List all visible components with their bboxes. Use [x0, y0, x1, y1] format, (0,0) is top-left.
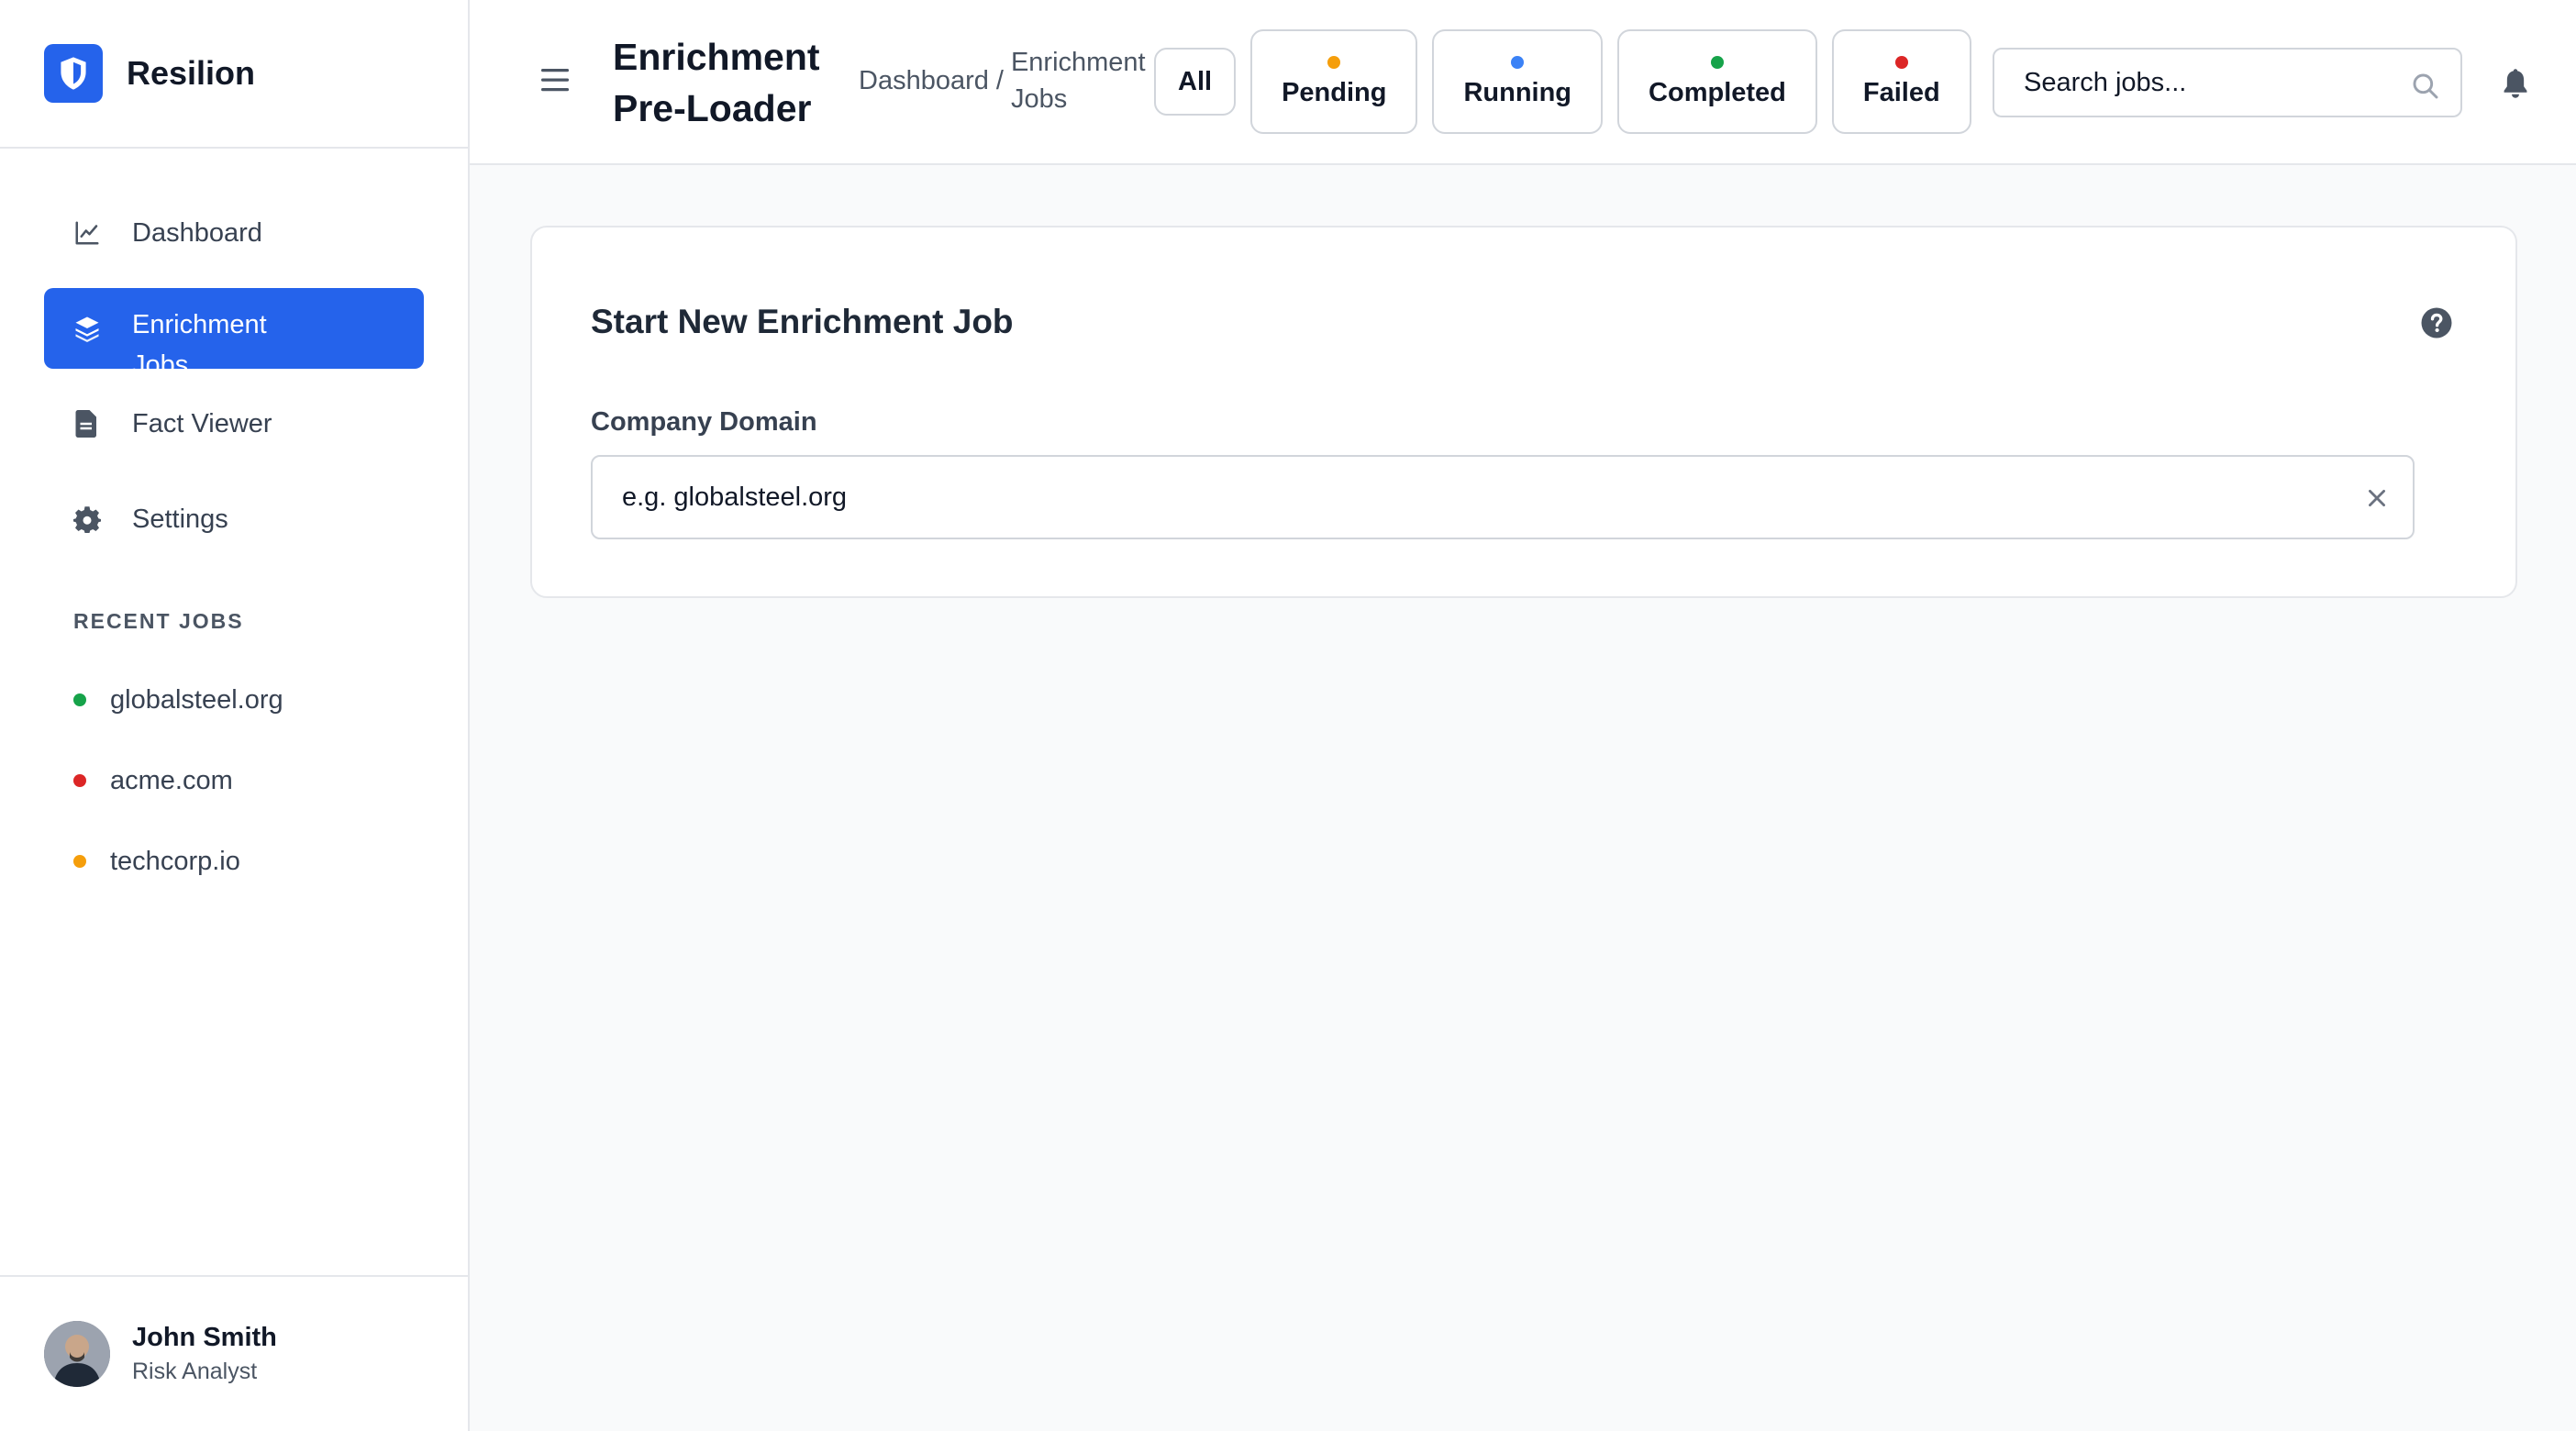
- filter-completed-button[interactable]: Completed: [1617, 29, 1817, 134]
- user-role: Risk Analyst: [132, 1359, 258, 1384]
- sidebar-item-settings[interactable]: Settings: [44, 479, 424, 560]
- sidebar-item-fact-viewer[interactable]: Fact Viewer: [44, 383, 424, 464]
- sidebar: Resilion Dashboard Enrichment Jobs Fact …: [0, 0, 470, 1431]
- status-dot: [73, 855, 86, 868]
- gear-icon: [72, 504, 103, 535]
- sidebar-item-label: Fact Viewer: [132, 408, 272, 438]
- company-domain-input[interactable]: [622, 482, 2328, 513]
- sidebar-item-enrichment-jobs[interactable]: Enrichment Jobs: [44, 288, 424, 369]
- filter-pending-button[interactable]: Pending: [1250, 29, 1418, 134]
- avatar: [44, 1321, 110, 1387]
- filter-label: Completed: [1649, 77, 1786, 107]
- card-title: Start New Enrichment Job: [591, 303, 1014, 340]
- filter-all-button[interactable]: All: [1154, 48, 1237, 116]
- recent-job-item[interactable]: techcorp.io: [73, 821, 468, 902]
- brand: Resilion: [0, 0, 468, 149]
- layers-icon: [72, 313, 103, 344]
- status-filters: All Pending Running Completed Failed: [1154, 29, 1986, 134]
- top-bar: Enrichment Pre-Loader Dashboard / Enrich…: [470, 0, 2576, 165]
- sidebar-item-label: Dashboard: [132, 217, 262, 248]
- status-dot: [73, 693, 86, 706]
- page-title: Enrichment Pre-Loader: [613, 36, 820, 129]
- status-dot: [1327, 55, 1341, 69]
- recent-job-item[interactable]: acme.com: [73, 740, 468, 821]
- filter-label: Pending: [1282, 77, 1387, 107]
- recent-job-item[interactable]: globalsteel.org: [73, 660, 468, 740]
- shield-icon: [44, 44, 103, 103]
- breadcrumb-home[interactable]: Dashboard: [859, 66, 989, 117]
- new-job-card: Start New Enrichment Job Company Domain: [530, 226, 2517, 598]
- search-input[interactable]: [2024, 67, 2391, 98]
- recent-job-label: acme.com: [110, 765, 233, 795]
- menu-icon[interactable]: [539, 66, 571, 94]
- help-icon[interactable]: [2420, 306, 2453, 339]
- search-icon[interactable]: [2411, 72, 2440, 101]
- sidebar-item-dashboard[interactable]: Dashboard: [44, 193, 424, 273]
- recent-job-label: techcorp.io: [110, 846, 240, 876]
- company-domain-label: Company Domain: [591, 407, 817, 437]
- filter-label: Failed: [1862, 77, 1940, 107]
- filter-label: All: [1178, 66, 1213, 96]
- status-dot: [73, 774, 86, 787]
- filter-label: Running: [1463, 77, 1572, 107]
- app-root: Resilion Dashboard Enrichment Jobs Fact …: [0, 0, 2576, 1431]
- recent-job-label: globalsteel.org: [110, 684, 283, 715]
- filter-running-button[interactable]: Running: [1432, 29, 1604, 134]
- search-box: [1993, 48, 2462, 117]
- breadcrumb: Dashboard / Enrichment Jobs: [859, 44, 1149, 117]
- status-dot: [1710, 55, 1724, 69]
- brand-name: Resilion: [127, 54, 256, 92]
- close-icon[interactable]: [2365, 486, 2389, 510]
- sidebar-item-label: Settings: [132, 504, 228, 534]
- sidebar-nav: Dashboard Enrichment Jobs Fact Viewer Se…: [0, 149, 468, 560]
- user-profile[interactable]: John Smith Risk Analyst: [0, 1275, 468, 1431]
- user-name: John Smith: [132, 1323, 277, 1352]
- sidebar-item-label: Enrichment Jobs: [132, 310, 267, 369]
- breadcrumb-separator: /: [995, 66, 1004, 95]
- filter-failed-button[interactable]: Failed: [1831, 29, 1971, 134]
- company-domain-field: [591, 455, 2415, 539]
- main-area: Enrichment Pre-Loader Dashboard / Enrich…: [470, 0, 2576, 1431]
- breadcrumb-current: Enrichment Jobs: [1010, 48, 1146, 114]
- status-dot: [1894, 55, 1908, 69]
- chart-line-icon: [72, 217, 103, 249]
- document-icon: [72, 408, 103, 439]
- recent-jobs-list: globalsteel.org acme.com techcorp.io: [0, 660, 468, 902]
- status-dot: [1511, 55, 1525, 69]
- recent-jobs-title: RECENT JOBS: [73, 609, 244, 633]
- bell-icon[interactable]: [2501, 68, 2530, 99]
